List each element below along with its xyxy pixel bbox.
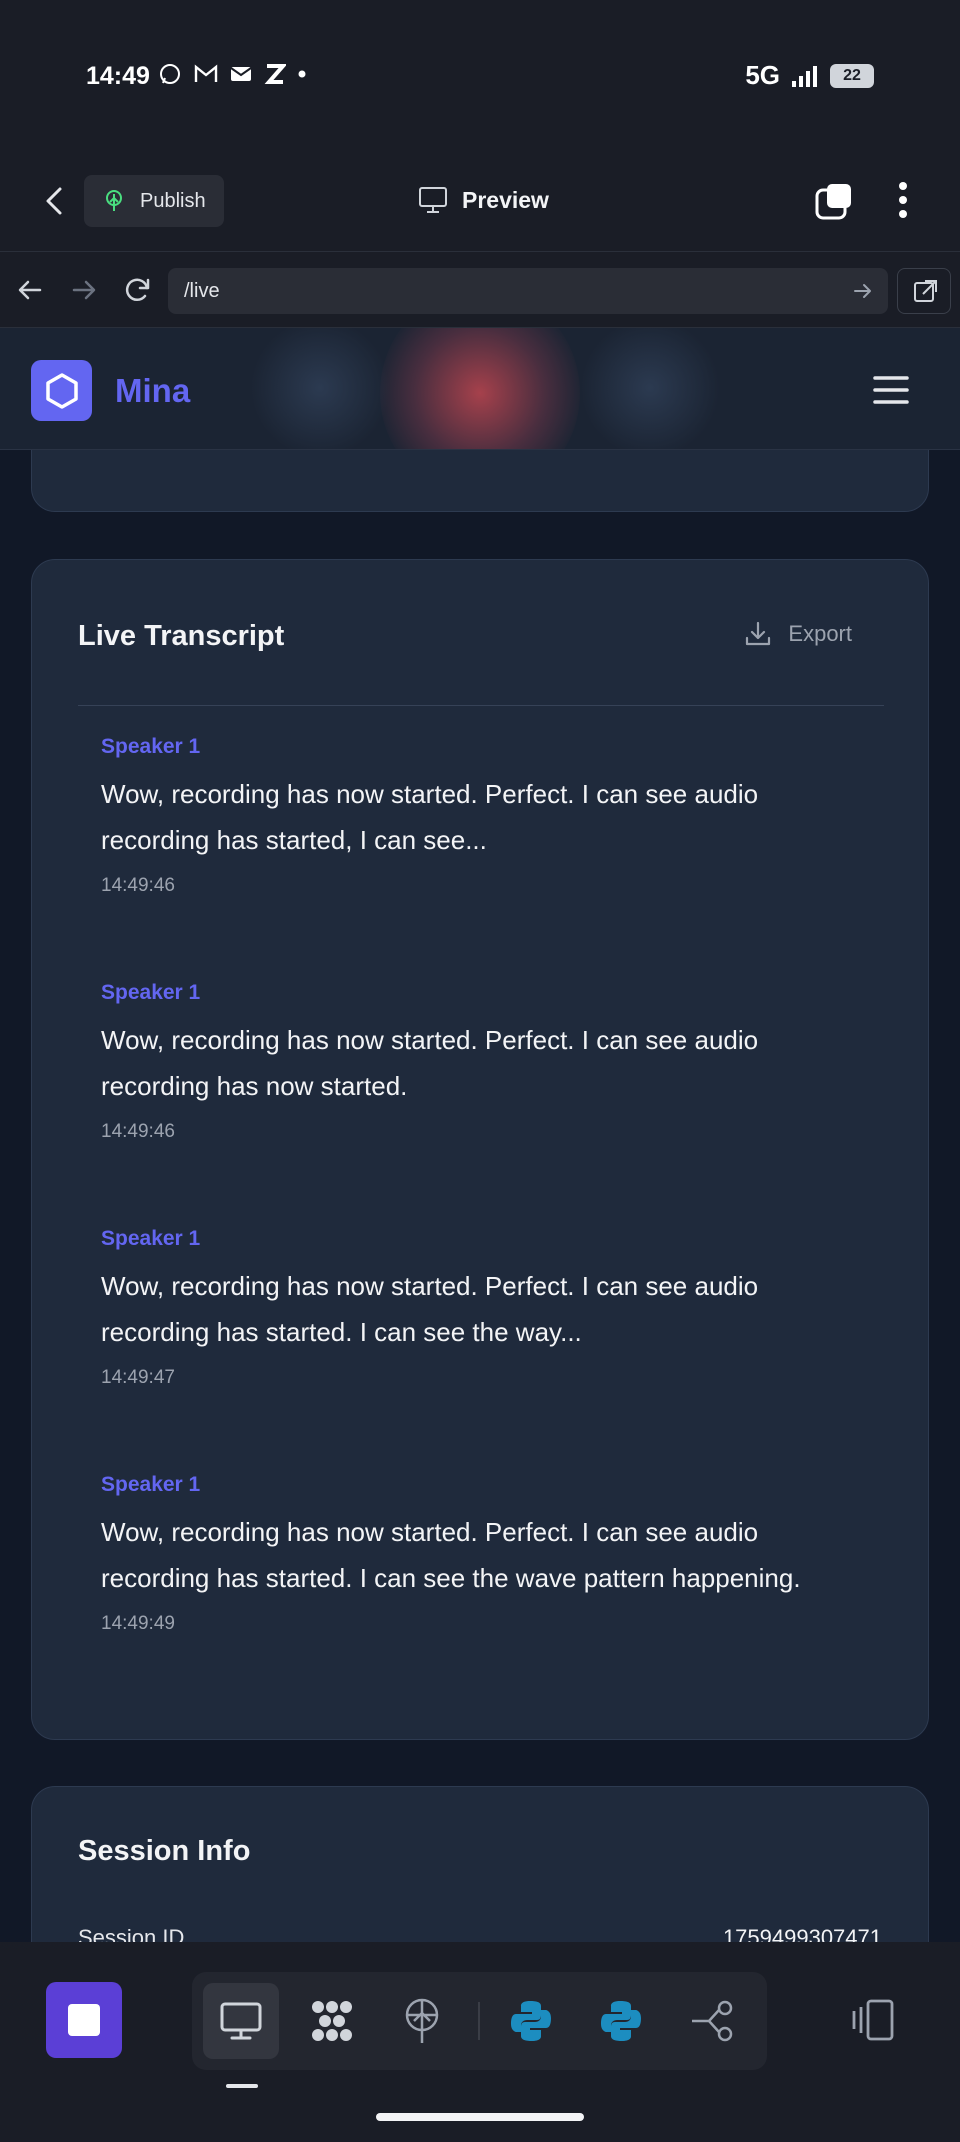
status-bar: 14:49 5G 22 (0, 0, 960, 150)
session-id-label: Session ID (78, 1925, 185, 1942)
gmail-icon (194, 64, 218, 82)
browser-forward-icon[interactable] (68, 274, 100, 306)
go-arrow-icon[interactable] (852, 280, 874, 302)
url-text: /live (184, 280, 220, 302)
open-external-button[interactable] (897, 268, 951, 314)
session-info-card: Session Info Session ID 1759499307471 (31, 1786, 929, 1942)
publish-icon (106, 190, 122, 211)
site-header: Mina (0, 328, 960, 450)
transcript-entry: Speaker 1 Wow, recording has now started… (101, 1473, 881, 1635)
network-label: 5G (745, 60, 780, 90)
logo[interactable] (31, 360, 92, 421)
reload-icon[interactable] (121, 274, 153, 306)
download-icon (746, 621, 771, 646)
python-icon[interactable] (583, 1983, 659, 2059)
transcript-entry: Speaker 1 Wow, recording has now started… (101, 981, 881, 1143)
speaker-label: Speaker 1 (101, 735, 201, 758)
whatsapp-icon (160, 64, 180, 84)
transcript-entry: Speaker 1 Wow, recording has now started… (101, 1227, 881, 1389)
mail-icon (230, 67, 252, 81)
notification-icons (158, 62, 306, 86)
python-icon[interactable] (493, 1983, 569, 2059)
preview-title: Preview (418, 186, 549, 214)
transcript-entry: Speaker 1 Wow, recording has now started… (101, 735, 881, 897)
speaker-label: Speaker 1 (101, 1473, 201, 1496)
audio-visualizer-glow (380, 328, 580, 449)
antenna-icon[interactable] (384, 1983, 460, 2059)
monitor-icon (419, 187, 447, 213)
app-toolbar: Publish Preview (0, 150, 960, 252)
utterance-text: Wow, recording has now started. Perfect.… (101, 1517, 801, 1593)
timestamp: 14:49:47 (101, 1367, 175, 1388)
grid-dots-icon[interactable] (294, 1983, 370, 2059)
speaker-label: Speaker 1 (101, 1227, 201, 1250)
desktop-icon[interactable] (203, 1983, 279, 2059)
status-right: 5G 22 (745, 60, 874, 91)
url-field[interactable]: /live (168, 268, 888, 314)
signal-icon (792, 65, 817, 87)
dock-tools (192, 1972, 767, 2070)
preview-label: Preview (462, 186, 549, 213)
browser-bar: /live (0, 252, 960, 328)
back-icon[interactable] (38, 184, 72, 218)
publish-button[interactable]: Publish (84, 175, 224, 227)
divider (78, 705, 884, 706)
utterance-text: Wow, recording has now started. Perfect.… (101, 779, 759, 855)
workflow-icon[interactable] (674, 1983, 750, 2059)
home-indicator (376, 2113, 584, 2121)
stop-button[interactable] (46, 1982, 122, 2058)
transcript-card: Live Transcript Export Speaker 1 Wow, re… (31, 559, 929, 1740)
export-label: Export (788, 621, 852, 646)
dot-icon (298, 70, 306, 78)
previous-card (31, 450, 929, 512)
status-time: 14:49 (86, 62, 150, 90)
session-id-value: 1759499307471 (722, 1925, 882, 1942)
bottom-dock (0, 1942, 960, 2142)
publish-label: Publish (140, 190, 206, 212)
battery-icon: 22 (830, 63, 874, 88)
active-tab-indicator (226, 2084, 258, 2088)
timestamp: 14:49:46 (101, 1121, 175, 1142)
speaker-label: Speaker 1 (101, 981, 201, 1004)
hamburger-menu-icon[interactable] (873, 372, 909, 408)
utterance-text: Wow, recording has now started. Perfect.… (101, 1025, 759, 1101)
external-link-icon (914, 280, 937, 302)
stop-icon (68, 2004, 100, 2036)
z-app-icon (264, 64, 286, 84)
export-button[interactable]: Export (744, 620, 852, 648)
timestamp: 14:49:49 (101, 1613, 175, 1634)
transcript-title: Live Transcript (78, 620, 285, 652)
utterance-text: Wow, recording has now started. Perfect.… (101, 1271, 759, 1347)
hexagon-icon (45, 372, 78, 409)
main-content: Live Transcript Export Speaker 1 Wow, re… (0, 450, 960, 1942)
brand-name[interactable]: Mina (115, 372, 190, 410)
timestamp: 14:49:46 (101, 875, 175, 896)
session-info-title: Session Info (78, 1835, 251, 1867)
side-panel-icon[interactable] (850, 1997, 896, 2043)
tabs-icon[interactable] (815, 182, 853, 220)
browser-back-icon[interactable] (14, 274, 46, 306)
dock-separator (478, 2002, 480, 2040)
more-options-icon[interactable] (888, 180, 918, 220)
